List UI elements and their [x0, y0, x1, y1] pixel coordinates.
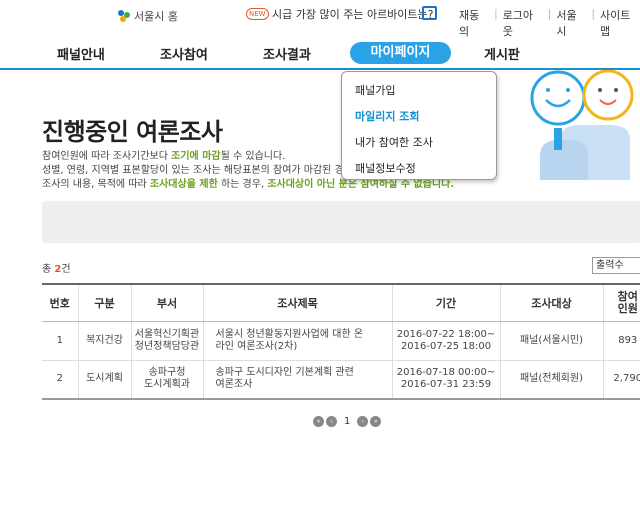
separator: |	[547, 7, 552, 20]
notice-line-3-mid: 하는 경우,	[217, 179, 268, 190]
survey-table: 번호 구분 부서 조사제목 기간 조사대상 참여인원 1 복지건강 서울혁신기획…	[42, 283, 640, 400]
main-navigation: 패널안내 조사참여 조사결과 마이페이지 게시판	[0, 36, 640, 70]
notice-line-1-end: 될 수 있습니다.	[220, 151, 286, 162]
nav-survey-participation[interactable]: 조사참여	[160, 44, 208, 63]
mypage-dropdown-menu: 패널가입 마일리지 조회 내가 참여한 조사 패널정보수정	[341, 71, 497, 180]
menu-item-edit-panel-info[interactable]: 패널정보수정	[342, 156, 496, 182]
pagination: « ‹ 1 › »	[313, 416, 382, 427]
rows-per-page-select[interactable]: 출력수	[592, 257, 640, 274]
nav-panel-info[interactable]: 패널안내	[57, 44, 105, 63]
page-number-current[interactable]: 1	[344, 416, 350, 427]
promo-link[interactable]: 시급 가장 많이 주는 아르바이트는?	[272, 6, 434, 22]
page-title: 진행중인 여론조사	[42, 118, 223, 146]
table-row[interactable]: 2 도시계획 송파구청 도시계획과 송파구 도시디자인 기본계획 관련 여론조사 2…	[42, 360, 640, 400]
last-page-icon[interactable]: »	[370, 416, 382, 427]
notice-highlight: 조기에 마감	[171, 151, 221, 162]
sitemap-link[interactable]: 사이트맵	[600, 7, 640, 39]
reconsent-link[interactable]: 재동의	[459, 7, 489, 39]
menu-item-panel-signup[interactable]: 패널가입	[342, 78, 496, 104]
utility-links: 재동의 | 로그아웃 | 서울시 | 사이트맵	[459, 7, 640, 39]
menu-item-mileage[interactable]: 마일리지 조회	[342, 104, 496, 130]
menu-item-my-surveys[interactable]: 내가 참여한 조사	[342, 130, 496, 156]
seoul-home-link[interactable]: 서울시 홈	[118, 8, 178, 24]
edit-icon[interactable]	[422, 6, 437, 20]
seoul-link[interactable]: 서울시	[556, 7, 586, 39]
table-header-row: 번호 구분 부서 조사제목 기간 조사대상 참여인원	[42, 283, 640, 322]
notice-line-3: 조사의 내용, 목적에 따라	[42, 179, 150, 190]
total-suffix: 건	[61, 264, 71, 275]
top-utility-bar: 서울시 홈 NEW 시급 가장 많이 주는 아르바이트는? 재동의 | 로그아웃…	[0, 0, 640, 38]
cell-target: 패널(서울시민)	[499, 321, 603, 361]
cell-title-link[interactable]: 서울시 청년활동지원사업에 대한 온 라인 여론조사(2차)	[202, 321, 392, 361]
cell-period: 2016-07-22 18:00~ 2016-07-25 18:00	[391, 321, 500, 361]
first-page-icon[interactable]: «	[313, 416, 324, 427]
col-header-category: 구분	[77, 283, 131, 322]
separator: |	[591, 7, 596, 20]
home-link-label: 서울시 홈	[134, 10, 178, 23]
cell-number: 2	[42, 360, 78, 400]
hero-illustration	[500, 69, 640, 180]
notice-highlight: 조사대상을 제한	[149, 179, 218, 190]
seoul-logo-icon	[118, 10, 130, 22]
col-header-department: 부서	[130, 283, 203, 322]
col-header-number: 번호	[42, 283, 78, 322]
total-count: 총 2건	[42, 260, 71, 275]
col-header-period: 기간	[391, 283, 500, 322]
cell-category: 복지건강	[77, 321, 131, 361]
nav-mypage[interactable]: 마이페이지	[350, 42, 451, 64]
logout-link[interactable]: 로그아웃	[503, 7, 543, 39]
cell-title-link[interactable]: 송파구 도시디자인 기본계획 관련 여론조사	[202, 360, 392, 400]
cell-number: 1	[42, 321, 78, 361]
cell-target: 패널(전체회원)	[499, 360, 603, 400]
nav-survey-results[interactable]: 조사결과	[263, 44, 311, 63]
table-row[interactable]: 1 복지건강 서울혁신기획관 청년정책담당관 서울시 청년활동지원사업에 대한 온…	[42, 321, 640, 361]
cell-category: 도시계획	[77, 360, 131, 400]
cell-participants: 2,790	[602, 360, 640, 400]
notice-line-1: 참여인원에 따라 조사기간보다	[42, 151, 172, 162]
col-header-title: 조사제목	[202, 283, 392, 322]
prev-page-icon[interactable]: ‹	[326, 416, 337, 427]
info-box	[42, 201, 640, 243]
cell-participants: 893	[602, 321, 640, 361]
total-prefix: 총	[42, 264, 55, 275]
cell-period: 2016-07-18 00:00~ 2016-07-31 23:59	[391, 360, 500, 400]
next-page-icon[interactable]: ›	[357, 416, 369, 427]
col-header-participants: 참여인원	[602, 283, 640, 322]
cell-department: 송파구청 도시계획과	[130, 360, 203, 400]
cell-department: 서울혁신기획관 청년정책담당관	[130, 321, 203, 361]
new-badge: NEW	[246, 8, 269, 20]
col-header-target: 조사대상	[499, 283, 603, 322]
nav-board[interactable]: 게시판	[484, 44, 520, 63]
separator: |	[493, 7, 498, 20]
